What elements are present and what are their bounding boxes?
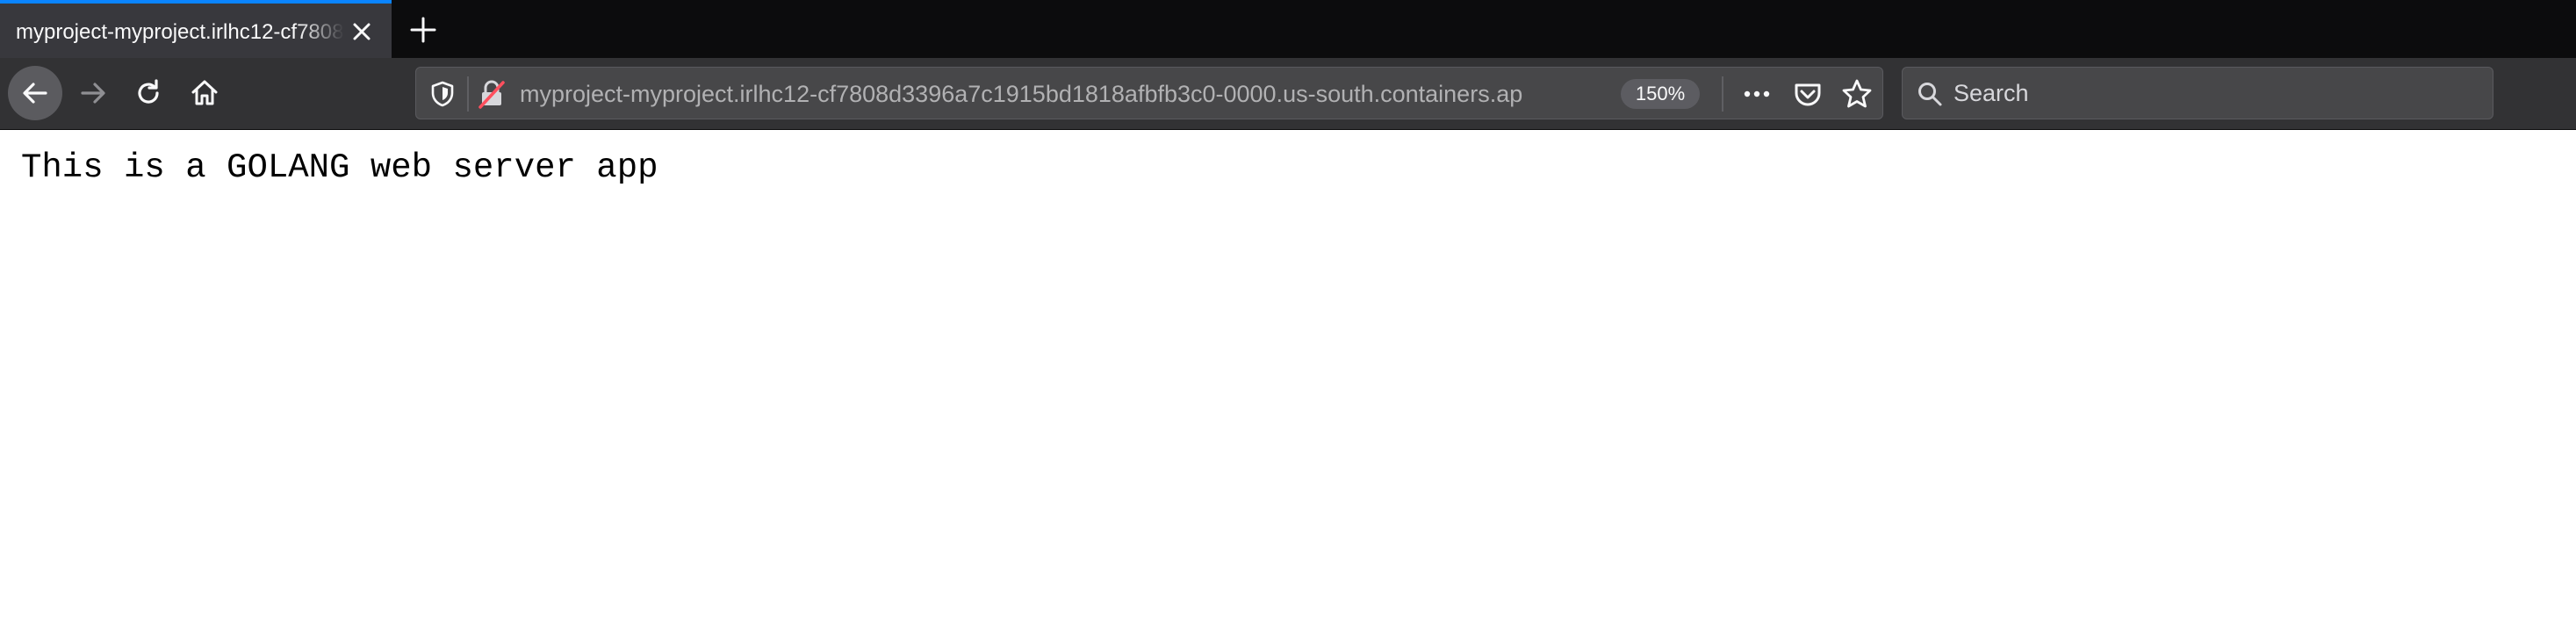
bookmark-button[interactable] xyxy=(1840,77,1874,111)
url-separator xyxy=(1722,76,1723,112)
shield-icon[interactable] xyxy=(428,80,457,108)
pocket-button[interactable] xyxy=(1791,77,1824,111)
browser-window: myproject-myproject.irlhc12-cf7808d3396a… xyxy=(0,0,2576,620)
insecure-lock-icon[interactable] xyxy=(476,78,507,110)
page-actions-button[interactable] xyxy=(1740,77,1774,111)
url-text[interactable]: myproject-myproject.irlhc12-cf7808d3396a… xyxy=(520,78,1758,110)
tab-strip: myproject-myproject.irlhc12-cf7808d3396a… xyxy=(0,0,2576,58)
page-content: This is a GOLANG web server app xyxy=(0,130,2576,620)
search-icon xyxy=(1918,83,1942,106)
pocket-icon xyxy=(1795,83,1821,106)
arrow-right-icon xyxy=(81,83,105,104)
page-body-text: This is a GOLANG web server app xyxy=(21,148,658,187)
plus-icon[interactable] xyxy=(406,12,441,47)
back-button[interactable] xyxy=(8,66,62,120)
url-separator xyxy=(467,76,469,112)
forward-button[interactable] xyxy=(66,66,120,120)
more-icon xyxy=(1744,90,1770,97)
home-icon xyxy=(191,80,218,105)
arrow-left-icon xyxy=(23,83,47,104)
reload-icon xyxy=(138,79,159,104)
close-icon[interactable] xyxy=(349,18,375,45)
tab-title: myproject-myproject.irlhc12-cf7808d3396a… xyxy=(16,20,344,44)
search-bar[interactable] xyxy=(1902,67,2493,119)
zoom-level-badge[interactable]: 150% xyxy=(1621,79,1700,109)
search-input[interactable] xyxy=(1954,75,2472,112)
reload-button[interactable] xyxy=(121,66,176,120)
nav-toolbar: myproject-myproject.irlhc12-cf7808d3396a… xyxy=(0,58,2576,130)
home-button[interactable] xyxy=(177,66,232,120)
url-bar[interactable]: myproject-myproject.irlhc12-cf7808d3396a… xyxy=(415,67,1883,119)
star-icon xyxy=(1842,79,1872,108)
tab-active[interactable]: myproject-myproject.irlhc12-cf7808d3396a… xyxy=(0,0,392,58)
